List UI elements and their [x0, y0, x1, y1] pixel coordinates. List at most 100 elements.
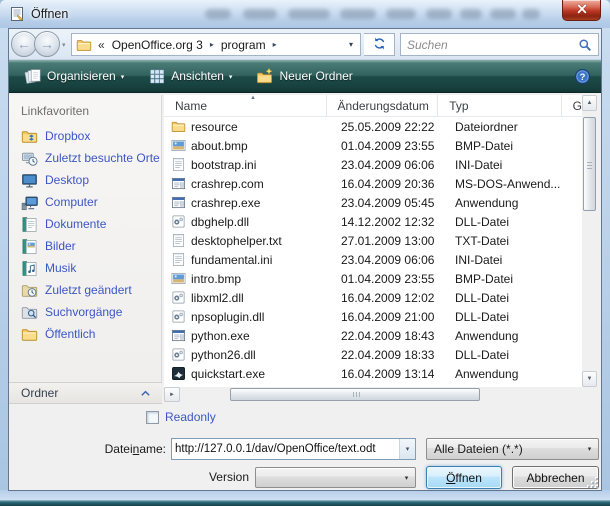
- toolbar-buttons: Organisieren▾Ansichten▾Neuer Ordner: [9, 63, 362, 89]
- column-header-typ[interactable]: Typ: [438, 95, 561, 116]
- quickstart-icon: [171, 366, 186, 381]
- filename-dropdown-button[interactable]: ▾: [399, 439, 415, 459]
- horizontal-scroll-thumb[interactable]: [230, 388, 480, 401]
- file-row[interactable]: resource25.05.2009 22:22Dateiordner: [164, 117, 582, 136]
- vertical-scrollbar[interactable]: ▲ ▼: [582, 95, 597, 387]
- app-icon: [171, 195, 186, 210]
- horizontal-scrollbar[interactable]: ◄ ►: [164, 387, 582, 402]
- scroll-down-button[interactable]: ▼: [582, 371, 597, 387]
- refresh-button[interactable]: [364, 33, 395, 56]
- breadcrumb-item[interactable]: OpenOffice.org 3: [109, 38, 206, 52]
- app-icon: [171, 328, 186, 343]
- file-row[interactable]: fundamental.ini23.04.2009 06:06INI-Datei: [164, 250, 582, 269]
- history-dropdown-button[interactable]: ▾: [62, 41, 66, 49]
- breadcrumb-item[interactable]: program: [218, 38, 269, 52]
- file-date: 01.04.2009 23:55: [330, 272, 444, 286]
- column-header-name[interactable]: Name▲: [164, 95, 327, 116]
- breadcrumb-arrow-icon[interactable]: ▸: [269, 40, 281, 49]
- readonly-row: Readonly: [9, 410, 601, 426]
- file-list: Name▲ÄnderungsdatumTypG resource25.05.20…: [164, 95, 597, 402]
- sidebar-item-zuletzt-geändert[interactable]: Zuletzt geändert: [9, 279, 161, 301]
- file-row[interactable]: about.bmp 01.04.2009 23:55BMP-Datei: [164, 136, 582, 155]
- file-row[interactable]: quickstart.exe16.04.2009 13:14Anwendung: [164, 364, 582, 383]
- address-bar: ← → ▾ « OpenOffice.org 3▸program▸ ▾: [9, 29, 601, 60]
- breadcrumb-overflow-chevron[interactable]: «: [98, 38, 105, 52]
- refresh-icon: [372, 36, 387, 54]
- breadcrumb-arrow-icon[interactable]: ▸: [206, 40, 218, 49]
- resize-grip[interactable]: [587, 477, 598, 488]
- file-type: INI-Datei: [444, 158, 570, 172]
- sidebar-item-öffentlich[interactable]: Öffentlich: [9, 323, 161, 345]
- file-row[interactable]: crashrep.com16.04.2009 20:36MS-DOS-Anwen…: [164, 174, 582, 193]
- close-button[interactable]: [562, 0, 601, 21]
- file-date: 23.04.2009 05:45: [330, 196, 444, 210]
- file-date: 01.04.2009 23:55: [330, 139, 444, 153]
- file-row[interactable]: crashrep.exe23.04.2009 05:45Anwendung: [164, 193, 582, 212]
- column-header-g[interactable]: G: [562, 95, 582, 116]
- scroll-right-button[interactable]: ►: [164, 387, 180, 402]
- page-icon: [171, 252, 186, 267]
- column-header-label: Name: [175, 99, 207, 113]
- file-name: about.bmp: [191, 139, 248, 153]
- file-row[interactable]: desktophelper.txt27.01.2009 13:00TXT-Dat…: [164, 231, 582, 250]
- sidebar-item-dokumente[interactable]: Dokumente: [9, 213, 161, 235]
- toolbar-organisieren-button[interactable]: Organisieren▾: [15, 63, 133, 89]
- file-type: DLL-Datei: [444, 310, 570, 324]
- file-name: python26.dll: [191, 348, 256, 362]
- help-button[interactable]: ?: [574, 68, 591, 85]
- search-icon[interactable]: [577, 37, 593, 53]
- breadcrumb[interactable]: « OpenOffice.org 3▸program▸ ▾: [71, 33, 361, 56]
- column-header-änderungsdatum[interactable]: Änderungsdatum: [327, 95, 439, 116]
- file-name: fundamental.ini: [191, 253, 272, 267]
- sidebar-item-label: Bilder: [45, 239, 76, 253]
- readonly-label[interactable]: Readonly: [165, 410, 216, 424]
- file-name: crashrep.com: [191, 177, 264, 191]
- sidebar-item-computer[interactable]: Computer: [9, 191, 161, 213]
- file-row[interactable]: bootstrap.ini23.04.2009 06:06INI-Datei: [164, 155, 582, 174]
- sidebar-item-zuletzt-besuchte-orte[interactable]: Zuletzt besuchte Orte: [9, 147, 161, 169]
- filename-input[interactable]: [172, 439, 399, 459]
- folders-expander[interactable]: Ordner: [9, 382, 162, 404]
- cancel-button[interactable]: Abbrechen: [512, 466, 599, 489]
- address-dropdown-button[interactable]: ▾: [346, 40, 356, 49]
- sidebar-item-dropbox[interactable]: Dropbox: [9, 125, 161, 147]
- folder-icon: [76, 37, 92, 53]
- file-type: DLL-Datei: [444, 348, 570, 362]
- search-input[interactable]: [401, 38, 577, 52]
- search-box: [400, 33, 599, 56]
- file-type: DLL-Datei: [444, 291, 570, 305]
- file-row[interactable]: libxml2.dll16.04.2009 12:02DLL-Datei: [164, 288, 582, 307]
- file-row[interactable]: python.exe22.04.2009 18:43Anwendung: [164, 326, 582, 345]
- file-row[interactable]: dbghelp.dll14.12.2002 12:32DLL-Datei: [164, 212, 582, 231]
- dialog-client-area: ← → ▾ « OpenOffice.org 3▸program▸ ▾ Orga…: [8, 28, 602, 491]
- file-type: Anwendung: [444, 367, 570, 381]
- toolbar-ansichten-button[interactable]: Ansichten▾: [139, 63, 241, 89]
- close-icon: [575, 3, 589, 18]
- file-row[interactable]: intro.bmp01.04.2009 23:55BMP-Datei: [164, 269, 582, 288]
- toolbar-button-label: Organisieren: [47, 69, 116, 83]
- pictures-icon: [21, 238, 38, 255]
- list-column-headers: Name▲ÄnderungsdatumTypG: [164, 95, 582, 117]
- folder-dropbox-icon: [21, 128, 38, 145]
- readonly-checkbox[interactable]: [146, 411, 159, 424]
- forward-button[interactable]: →: [34, 31, 60, 57]
- file-row[interactable]: python26.dll22.04.2009 18:33DLL-Datei: [164, 345, 582, 364]
- file-date: 16.04.2009 20:36: [330, 177, 444, 191]
- sidebar-item-musik[interactable]: Musik: [9, 257, 161, 279]
- toolbar-neuer-ordner-button[interactable]: Neuer Ordner: [247, 63, 361, 89]
- version-label: Version: [9, 470, 249, 484]
- vertical-scroll-thumb[interactable]: [583, 117, 596, 211]
- file-row[interactable]: npsoplugin.dll16.04.2009 21:00DLL-Datei: [164, 307, 582, 326]
- sidebar-item-desktop[interactable]: Desktop: [9, 169, 161, 191]
- file-date: 16.04.2009 13:14: [330, 367, 444, 381]
- sidebar-item-bilder[interactable]: Bilder: [9, 235, 161, 257]
- sidebar-item-suchvorgänge[interactable]: Suchvorgänge: [9, 301, 161, 323]
- file-type: BMP-Datei: [444, 139, 570, 153]
- scroll-up-button[interactable]: ▲: [582, 95, 597, 111]
- sidebar-items: DropboxZuletzt besuchte OrteDesktopCompu…: [9, 125, 161, 345]
- dll-icon: [171, 347, 186, 362]
- filetype-select[interactable]: Alle Dateien (*.*) ▾: [426, 438, 599, 460]
- version-select[interactable]: ▾: [255, 467, 416, 488]
- open-button[interactable]: Öffnen: [426, 466, 502, 489]
- file-date: 14.12.2002 12:32: [330, 215, 444, 229]
